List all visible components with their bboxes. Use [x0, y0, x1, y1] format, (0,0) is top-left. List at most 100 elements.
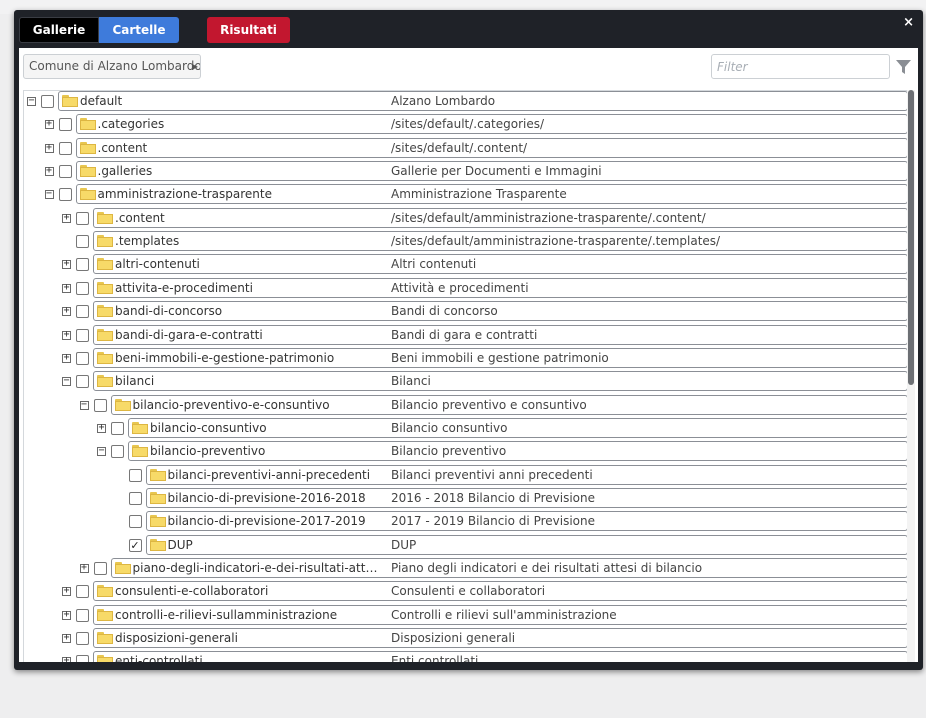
row-checkbox[interactable] — [111, 445, 124, 459]
tree-row[interactable]: + .content/sites/default/.content/ — [24, 137, 908, 161]
folder-node[interactable]: .galleries Gallerie per Documenti e Immag… — [75, 161, 908, 182]
row-checkbox[interactable] — [58, 188, 72, 202]
expand-icon[interactable]: + — [62, 609, 71, 620]
close-icon[interactable]: × — [903, 15, 914, 30]
expand-icon[interactable]: + — [44, 166, 54, 177]
folder-node[interactable]: DUP DUP — [145, 534, 908, 555]
folder-node[interactable]: bandi-di-gara-e-contratti Bandi di gara e… — [93, 324, 908, 345]
folder-node[interactable]: bilancio-di-previsione-2016-2018 2016 - 2… — [145, 487, 908, 508]
tree-row[interactable]: + .categories/sites/default/.categories/ — [24, 114, 908, 137]
tab-risultati[interactable]: Risultati — [207, 17, 290, 43]
tree-row[interactable]: + altri-contenuti Altri contenuti — [24, 254, 908, 277]
row-checkbox[interactable] — [93, 398, 107, 412]
tree-row[interactable]: − amministrazione-trasparente Amministrazi… — [24, 184, 908, 207]
folder-node[interactable]: bilanci-preventivi-anni-precedenti Bilanc… — [145, 464, 908, 485]
expand-icon[interactable]: + — [97, 422, 106, 433]
row-checkbox[interactable] — [76, 375, 89, 389]
tree-row[interactable]: − bilanci Bilanci — [24, 371, 908, 394]
row-checkbox[interactable] — [111, 421, 124, 435]
collapse-icon[interactable]: − — [79, 399, 89, 410]
tree-row[interactable]: + consulenti-e-collaboratori Consulenti e … — [24, 581, 908, 604]
folder-node[interactable]: altri-contenuti Altri contenuti — [93, 254, 908, 275]
folder-node[interactable]: bilancio-di-previsione-2017-2019 2017 - 2… — [145, 511, 908, 532]
folder-node[interactable]: piano-degli-indicatori-e-dei-risultati-a… — [110, 558, 908, 578]
row-checkbox[interactable] — [76, 655, 89, 662]
folder-node[interactable]: consulenti-e-collaboratori Consulenti e c… — [93, 581, 908, 602]
expand-icon[interactable]: + — [62, 633, 71, 644]
row-checkbox[interactable]: ✓ — [128, 538, 142, 552]
row-checkbox[interactable] — [128, 515, 142, 529]
tree-row[interactable]: + piano-degli-indicatori-e-dei-risultati-… — [24, 558, 908, 581]
tree-row[interactable]: .templates/sites/default/amministrazione… — [24, 231, 908, 254]
tab-gallerie[interactable]: Gallerie — [19, 17, 99, 43]
tree-row[interactable]: + controlli-e-rilievi-sullamministrazione… — [24, 604, 908, 628]
funnel-icon[interactable] — [896, 59, 911, 75]
tree-row[interactable]: − default Alzano Lombardo — [24, 91, 908, 114]
tree-row[interactable]: − bilancio-preventivo Bilancio preventivo — [24, 441, 908, 464]
tree-row[interactable]: bilancio-di-previsione-2017-2019 2017 - 2… — [24, 511, 908, 534]
row-checkbox[interactable] — [76, 305, 89, 319]
folder-node[interactable]: bilanci Bilanci — [93, 371, 908, 392]
folder-node[interactable]: .content/sites/default/.content/ — [75, 137, 908, 158]
collapse-icon[interactable]: − — [27, 96, 36, 106]
collapse-icon[interactable]: − — [97, 446, 106, 457]
folder-node[interactable]: disposizioni-generali Disposizioni genera… — [93, 628, 908, 649]
folder-node[interactable]: controlli-e-rilievi-sullamministrazione C… — [93, 604, 908, 625]
expand-icon[interactable]: + — [62, 329, 71, 340]
row-checkbox[interactable] — [76, 351, 89, 365]
folder-node[interactable]: default Alzano Lombardo — [58, 91, 908, 111]
row-checkbox[interactable] — [76, 281, 89, 295]
tree-row[interactable]: bilanci-preventivi-anni-precedenti Bilanc… — [24, 464, 908, 488]
tree-row[interactable]: + .galleries Gallerie per Documenti e Imma… — [24, 161, 908, 184]
tree-row[interactable]: + .content/sites/default/amministrazione-… — [24, 207, 908, 231]
expand-icon[interactable]: + — [62, 352, 71, 363]
tab-cartelle[interactable]: Cartelle — [99, 17, 179, 43]
expand-icon[interactable]: + — [44, 142, 54, 153]
tree-row[interactable]: + bilancio-consuntivo Bilancio consuntivo — [24, 417, 908, 441]
row-checkbox[interactable] — [58, 141, 72, 155]
row-checkbox[interactable] — [76, 585, 89, 599]
row-checkbox[interactable] — [76, 211, 89, 225]
site-select[interactable]: Comune di Alzano Lombardo ▶ — [23, 54, 201, 79]
expand-icon[interactable]: + — [62, 212, 71, 223]
tree-scrollbar[interactable] — [907, 90, 915, 662]
row-checkbox[interactable] — [76, 258, 89, 272]
filter-input[interactable] — [711, 54, 890, 79]
tree-row[interactable]: + enti-controllati Enti controllati — [24, 651, 908, 662]
expand-icon[interactable]: + — [62, 259, 71, 270]
row-checkbox[interactable] — [128, 491, 142, 505]
collapse-icon[interactable]: − — [44, 189, 54, 200]
folder-node[interactable]: attivita-e-procedimenti Attività e proced… — [93, 277, 908, 298]
row-checkbox[interactable] — [76, 632, 89, 646]
folder-node[interactable]: beni-immobili-e-gestione-patrimonio Beni … — [93, 347, 908, 368]
expand-icon[interactable]: + — [44, 119, 54, 130]
folder-node[interactable]: .categories/sites/default/.categories/ — [75, 114, 908, 135]
row-checkbox[interactable] — [76, 235, 89, 249]
folder-node[interactable]: amministrazione-trasparente Amministrazio… — [75, 184, 908, 205]
row-checkbox[interactable] — [93, 562, 107, 575]
folder-node[interactable]: bilancio-preventivo Bilancio preventivo — [128, 441, 908, 462]
tree-row[interactable]: bilancio-di-previsione-2016-2018 2016 - 2… — [24, 487, 908, 511]
tree-row[interactable]: + bandi-di-gara-e-contratti Bandi di gara … — [24, 324, 908, 348]
row-checkbox[interactable] — [128, 468, 142, 482]
tree-row[interactable]: + bandi-di-concorso Bandi di concorso — [24, 301, 908, 324]
tree-row[interactable]: + beni-immobili-e-gestione-patrimonio Beni… — [24, 347, 908, 371]
tree-row[interactable]: ✓ DUP DUP — [24, 534, 908, 558]
row-checkbox[interactable] — [76, 328, 89, 342]
row-checkbox[interactable] — [41, 95, 54, 108]
expand-icon[interactable]: + — [62, 306, 71, 317]
row-checkbox[interactable] — [58, 165, 72, 179]
scrollbar-thumb[interactable] — [908, 90, 914, 385]
collapse-icon[interactable]: − — [62, 376, 71, 387]
folder-node[interactable]: .content/sites/default/amministrazione-t… — [93, 207, 908, 228]
folder-node[interactable]: bilancio-consuntivo Bilancio consuntivo — [128, 417, 908, 438]
expand-icon[interactable]: + — [79, 563, 89, 573]
folder-node[interactable]: bandi-di-concorso Bandi di concorso — [93, 301, 908, 322]
row-checkbox[interactable] — [76, 608, 89, 622]
tree-row[interactable]: + disposizioni-generali Disposizioni gener… — [24, 628, 908, 651]
folder-node[interactable]: enti-controllati Enti controllati — [93, 651, 908, 662]
expand-icon[interactable]: + — [62, 586, 71, 597]
expand-icon[interactable]: + — [62, 282, 71, 293]
expand-icon[interactable]: + — [62, 656, 71, 662]
folder-node[interactable]: bilancio-preventivo-e-consuntivo Bilancio… — [110, 394, 908, 415]
